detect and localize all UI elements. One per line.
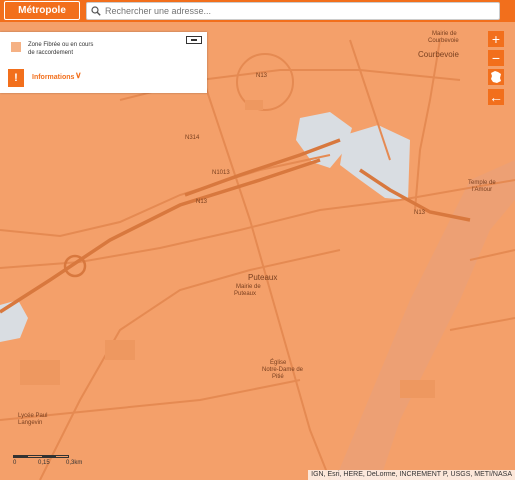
label-lycee: Lycée Paul <box>18 413 48 419</box>
top-bar: Métropole <box>0 0 515 22</box>
scale-label-0: 0 <box>13 460 17 466</box>
legend-zone-line1: Zone Fibrée ou en cours <box>28 42 94 48</box>
france-map-icon[interactable] <box>488 69 504 85</box>
scale-bar-graphic <box>13 455 69 458</box>
label-mairie-courbevoie-2: Courbevoie <box>428 38 459 44</box>
label-mairie-puteaux-2: Puteaux <box>234 291 257 297</box>
search-box[interactable] <box>86 2 500 20</box>
label-n314: N314 <box>185 135 200 141</box>
label-courbevoie: Courbevoie <box>418 50 459 59</box>
zoom-in-button[interactable]: + <box>488 31 504 47</box>
label-puteaux: Puteaux <box>248 273 278 282</box>
label-n13-b: N13 <box>196 199 208 205</box>
label-n13-c: N13 <box>414 210 426 216</box>
zoom-out-button[interactable]: − <box>488 50 504 66</box>
label-lycee-2: Langevin <box>18 420 43 426</box>
label-eglise-3: Pitié <box>272 374 284 380</box>
label-eglise-2: Notre-Dame de <box>262 367 304 373</box>
label-n1013: N1013 <box>212 170 230 176</box>
label-mairie-courbevoie: Mairie de <box>432 31 457 37</box>
label-mairie-puteaux: Mairie de <box>236 284 261 290</box>
chevron-down-icon[interactable]: ∨ <box>75 70 82 81</box>
fiber-zone-swatch <box>11 42 21 52</box>
map-attribution: IGN, Esri, HERE, DeLorme, INCREMENT P, U… <box>308 470 515 480</box>
informations-link[interactable]: Informations <box>32 74 74 81</box>
france-shape-icon <box>491 71 501 83</box>
exclamation-icon[interactable]: ! <box>8 69 24 87</box>
legend-panel: Zone Fibrée ou en cours de raccordement … <box>0 32 207 93</box>
scale-label-03km: 0,3km <box>66 460 83 466</box>
legend-zone-line2: de raccordement <box>28 50 74 56</box>
search-icon <box>91 6 101 16</box>
label-temple-2: l'Amour <box>472 187 493 193</box>
legend-minimize-button[interactable] <box>186 36 202 44</box>
label-temple: Temple de <box>468 180 496 186</box>
metropole-button[interactable]: Métropole <box>4 1 80 20</box>
legend-zone-label: Zone Fibrée ou en cours de raccordement <box>28 41 93 57</box>
label-eglise: Église <box>270 360 287 366</box>
label-n13: N13 <box>256 73 268 79</box>
back-arrow-button[interactable]: ← <box>488 89 504 105</box>
search-input[interactable] <box>105 4 495 18</box>
scale-label-015: 0,15 <box>38 460 50 466</box>
